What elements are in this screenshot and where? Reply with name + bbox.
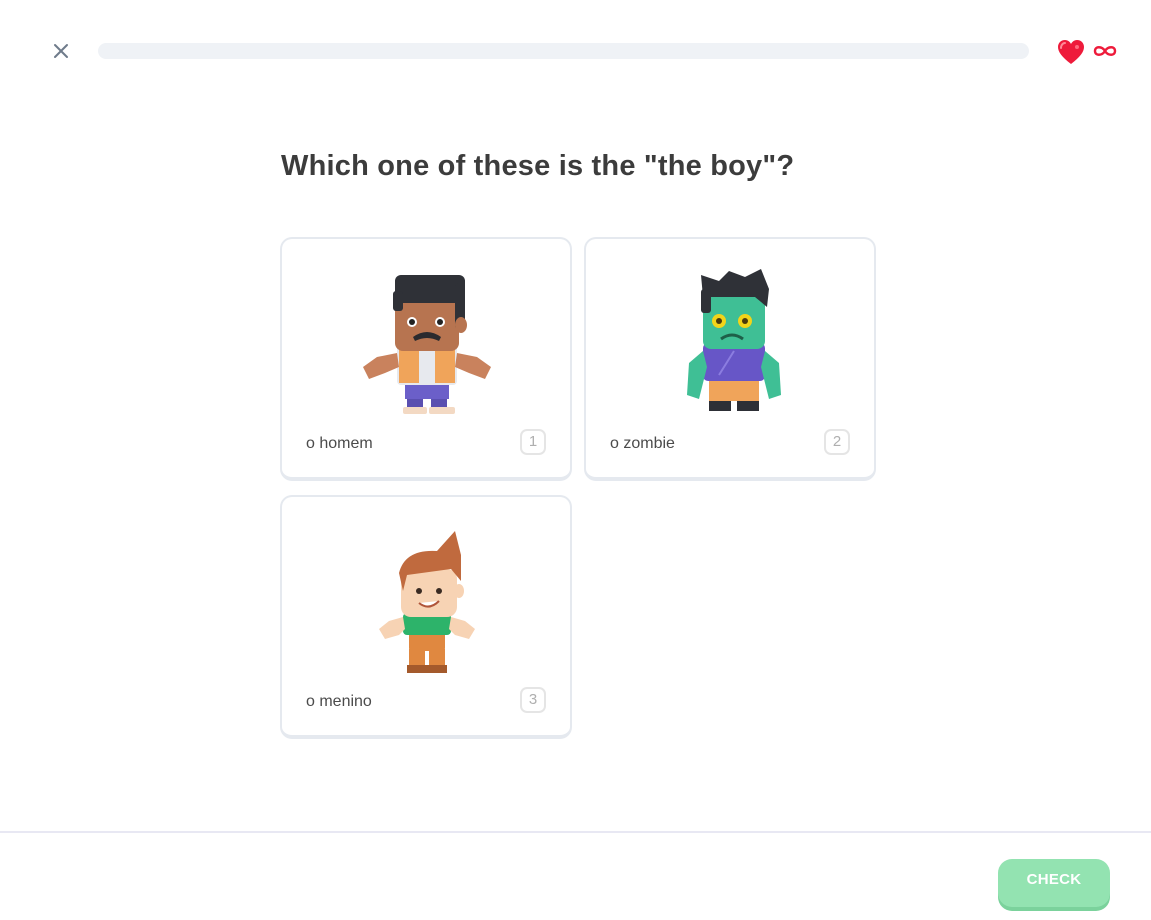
choice-key-badge: 3	[520, 687, 546, 713]
choice-label: o zombie	[610, 435, 675, 452]
choice-key-badge: 2	[824, 429, 850, 455]
close-button[interactable]	[50, 40, 72, 62]
close-icon	[54, 44, 68, 58]
man-character-image	[363, 275, 491, 414]
choice-key-badge: 1	[520, 429, 546, 455]
zombie-character-image	[687, 269, 781, 411]
lesson-progress-bar	[98, 43, 1029, 59]
footer-bar	[0, 831, 1151, 920]
choice-card-zombie[interactable]: o zombie 2	[584, 237, 876, 481]
boy-character-image	[379, 531, 475, 673]
question-title: Which one of these is the "the boy"?	[281, 150, 795, 182]
choice-label: o homem	[306, 435, 373, 452]
choice-label: o menino	[306, 693, 372, 710]
choice-card-boy[interactable]: o menino 3	[280, 495, 572, 739]
heart-icon	[1058, 40, 1084, 64]
choice-card-man[interactable]: o homem 1	[280, 237, 572, 481]
infinity-icon	[1093, 46, 1117, 56]
check-button[interactable]: CHECK	[998, 859, 1110, 907]
